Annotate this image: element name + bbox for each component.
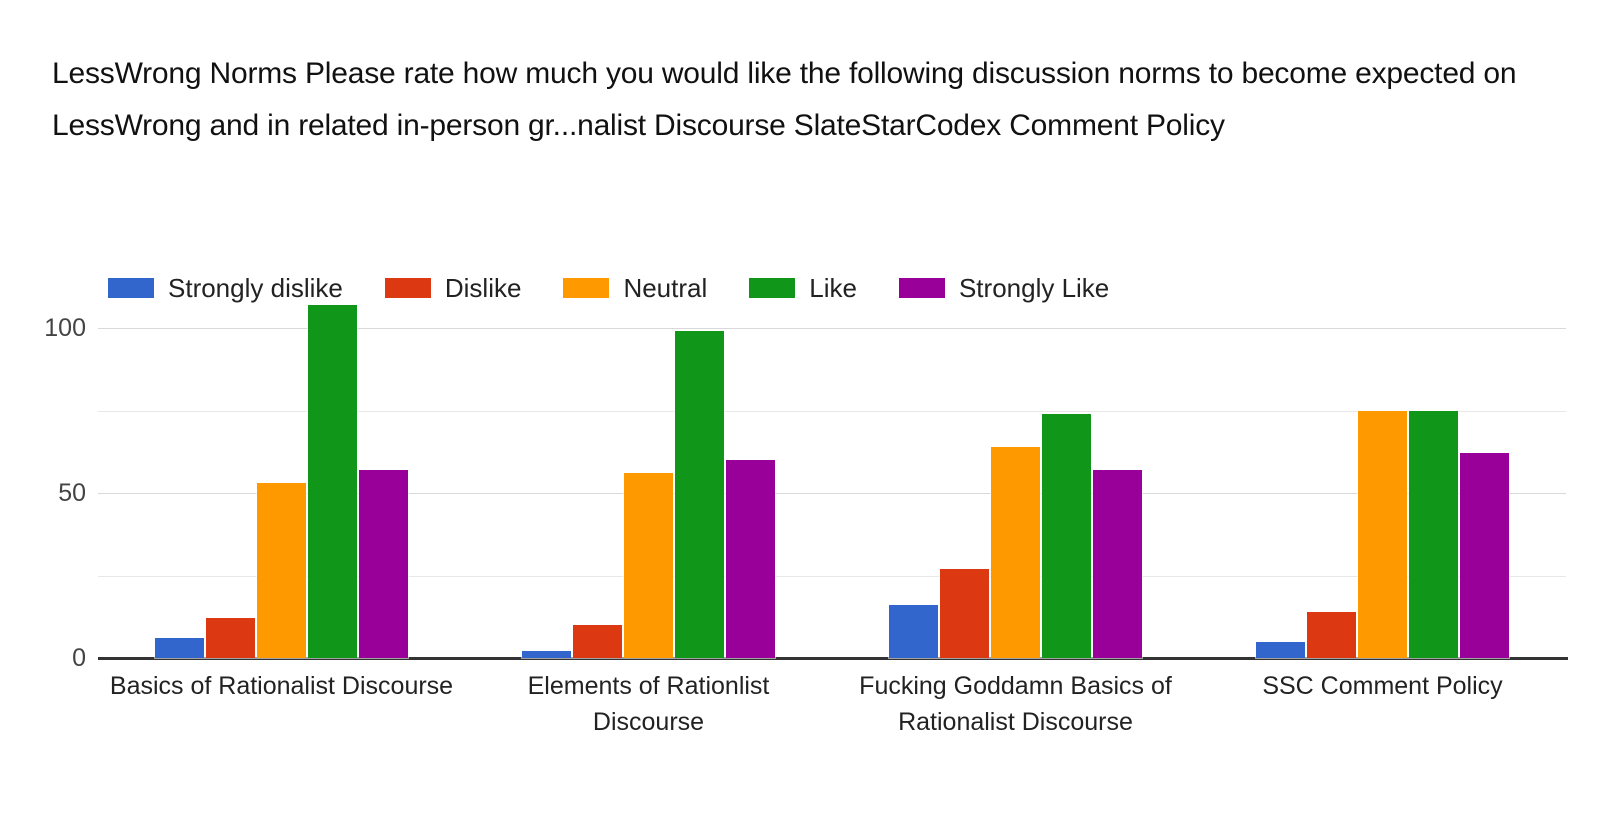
legend-item-dislike[interactable]: Dislike: [384, 272, 522, 304]
bar[interactable]: [1041, 412, 1092, 660]
x-axis-category-label: Fucking Goddamn Basics of Rationalist Di…: [859, 672, 1172, 736]
legend-swatch-icon: [563, 278, 610, 298]
legend-swatch-icon: [749, 278, 796, 298]
bar[interactable]: [1459, 452, 1510, 659]
bar-group: [1199, 328, 1566, 660]
bars-container: [832, 328, 1199, 660]
bar[interactable]: [939, 567, 990, 660]
legend-item-label: Neutral: [623, 272, 708, 303]
bar[interactable]: [990, 445, 1041, 660]
y-axis: 0 50 100: [8, 314, 86, 672]
legend-swatch-icon: [384, 278, 431, 298]
y-axis-tick-label: 0: [72, 644, 86, 672]
bar[interactable]: [1255, 640, 1306, 659]
legend-item-like[interactable]: Like: [749, 272, 857, 304]
bars-container: [1199, 328, 1566, 660]
x-axis-category-label: Basics of Rationalist Discourse: [109, 672, 454, 700]
legend-item-label: Strongly Like: [958, 272, 1110, 303]
bar[interactable]: [1306, 610, 1357, 660]
bar[interactable]: [572, 624, 623, 659]
y-axis-tick-label: 50: [58, 479, 86, 507]
bar-group: [465, 328, 832, 659]
page-title: LessWrong Norms Please rate how much you…: [52, 57, 1517, 142]
legend-item-label: Like: [809, 272, 857, 303]
bar[interactable]: [205, 617, 256, 659]
legend-item-strongly-dislike[interactable]: Strongly dislike: [108, 272, 343, 304]
legend-swatch-icon: [898, 278, 945, 298]
x-axis-category-label: Elements of Rationlist Discourse: [527, 672, 770, 736]
legend-item-label: Strongly dislike: [168, 272, 343, 303]
x-axis-category-label: SSC Comment Policy: [1262, 672, 1503, 700]
bar[interactable]: [674, 330, 725, 659]
bar[interactable]: [888, 604, 939, 659]
bars-container: [98, 303, 465, 660]
bar-group: [98, 303, 465, 660]
bar[interactable]: [623, 472, 674, 659]
bar[interactable]: [1408, 409, 1459, 659]
legend-item-label: Dislike: [444, 272, 522, 303]
bar[interactable]: [307, 303, 358, 660]
bar[interactable]: [154, 637, 205, 659]
chart-legend: Strongly dislike Dislike Neutral Like St…: [108, 272, 1151, 304]
bar[interactable]: [725, 459, 776, 659]
legend-item-neutral[interactable]: Neutral: [563, 272, 707, 304]
x-axis-labels: Basics of Rationalist Discourse Elements …: [98, 668, 1566, 740]
y-axis-tick-label: 100: [44, 314, 86, 342]
bar[interactable]: [256, 482, 307, 659]
bar[interactable]: [358, 468, 409, 660]
legend-item-strongly-like[interactable]: Strongly Like: [898, 272, 1110, 304]
bar[interactable]: [1357, 409, 1408, 659]
legend-swatch-icon: [108, 278, 154, 298]
bar[interactable]: [1092, 468, 1143, 660]
bar[interactable]: [521, 650, 572, 659]
bars-container: [465, 328, 832, 659]
bar-group: [832, 328, 1199, 660]
bar-groups: [98, 303, 1566, 660]
